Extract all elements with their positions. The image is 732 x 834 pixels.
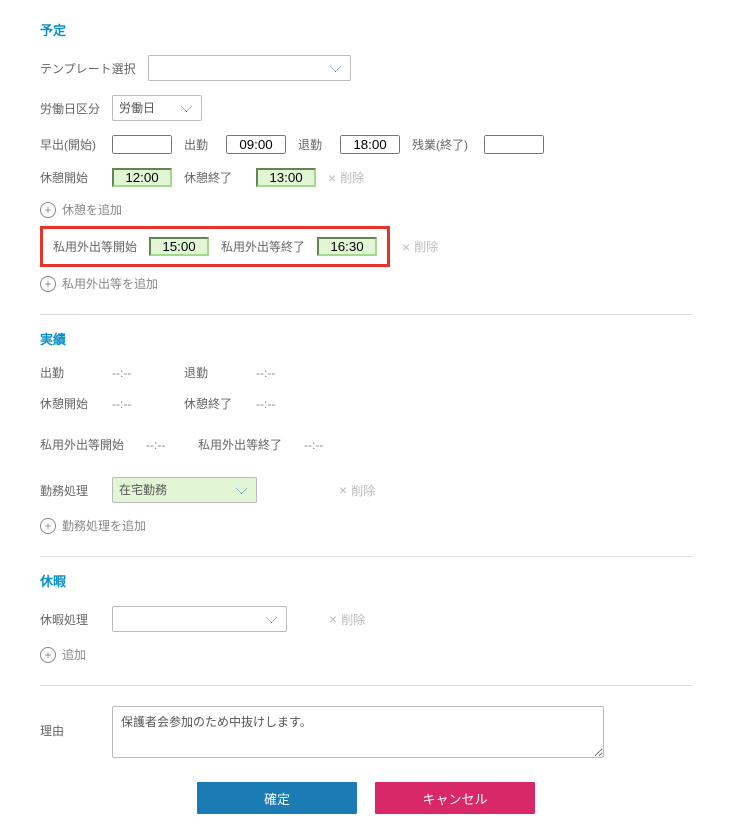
add-worktype-button[interactable]: + 勤務処理を追加 [40,517,146,534]
actual-priv-start-value: --:-- [146,438,186,452]
add-break-button[interactable]: + 休憩を追加 [40,201,122,218]
actual-break-start-value: --:-- [112,397,172,411]
actual-leave-label: 退勤 [184,364,244,381]
plus-icon: + [40,647,56,663]
attend-input[interactable] [226,135,286,154]
cancel-button[interactable]: キャンセル [375,782,535,814]
close-icon: × [402,240,410,254]
add-vacation-button[interactable]: + 追加 [40,646,86,663]
actual-break-start-label: 休憩開始 [40,395,100,412]
priv-end-label: 私用外出等終了 [221,238,305,255]
delete-break-button[interactable]: × 削除 [328,169,364,186]
plus-icon: + [40,276,56,292]
worktype-select[interactable]: 在宅勤務 [112,477,257,503]
early-input[interactable] [112,135,172,154]
actual-priv-end-label: 私用外出等終了 [198,436,292,453]
actual-leave-value: --:-- [256,366,275,380]
actual-attend-label: 出勤 [40,364,100,381]
worktype-label: 勤務処理 [40,482,100,499]
workday-select[interactable]: 労働日 [112,95,202,121]
close-icon: × [329,612,337,626]
actual-break-end-label: 休憩終了 [184,395,244,412]
ot-input[interactable] [484,135,544,154]
reason-label: 理由 [40,722,100,739]
vacation-section-title: 休暇 [40,571,692,590]
priv-start-input[interactable] [149,237,209,256]
priv-start-label: 私用外出等開始 [53,238,137,255]
delete-worktype-button[interactable]: × 削除 [339,482,375,499]
early-label: 早出(開始) [40,136,100,153]
break-end-label: 休憩終了 [184,169,244,186]
confirm-button[interactable]: 確定 [197,782,357,814]
break-start-label: 休憩開始 [40,169,100,186]
close-icon: × [339,483,347,497]
attend-label: 出勤 [184,136,214,153]
vacation-select[interactable] [112,606,287,632]
vacation-select-label: 休暇処理 [40,611,100,628]
actual-priv-end-value: --:-- [304,438,323,452]
actual-attend-value: --:-- [112,366,172,380]
workday-label: 労働日区分 [40,100,100,117]
actual-break-end-value: --:-- [256,397,275,411]
plan-section-title: 予定 [40,20,692,39]
add-priv-button[interactable]: + 私用外出等を追加 [40,275,158,292]
private-outing-highlight: 私用外出等開始 私用外出等終了 [40,226,390,267]
plus-icon: + [40,202,56,218]
leave-label: 退勤 [298,136,328,153]
break-end-input[interactable] [256,168,316,187]
priv-end-input[interactable] [317,237,377,256]
close-icon: × [328,171,336,185]
ot-label: 残業(終了) [412,136,472,153]
plus-icon: + [40,518,56,534]
delete-vacation-button[interactable]: × 削除 [329,611,365,628]
actual-section-title: 実績 [40,329,692,348]
reason-textarea[interactable] [112,706,604,758]
delete-priv-button[interactable]: × 削除 [402,238,438,255]
template-label: テンプレート選択 [40,60,136,77]
template-select[interactable] [148,55,351,81]
break-start-input[interactable] [112,168,172,187]
actual-priv-start-label: 私用外出等開始 [40,436,134,453]
leave-input[interactable] [340,135,400,154]
